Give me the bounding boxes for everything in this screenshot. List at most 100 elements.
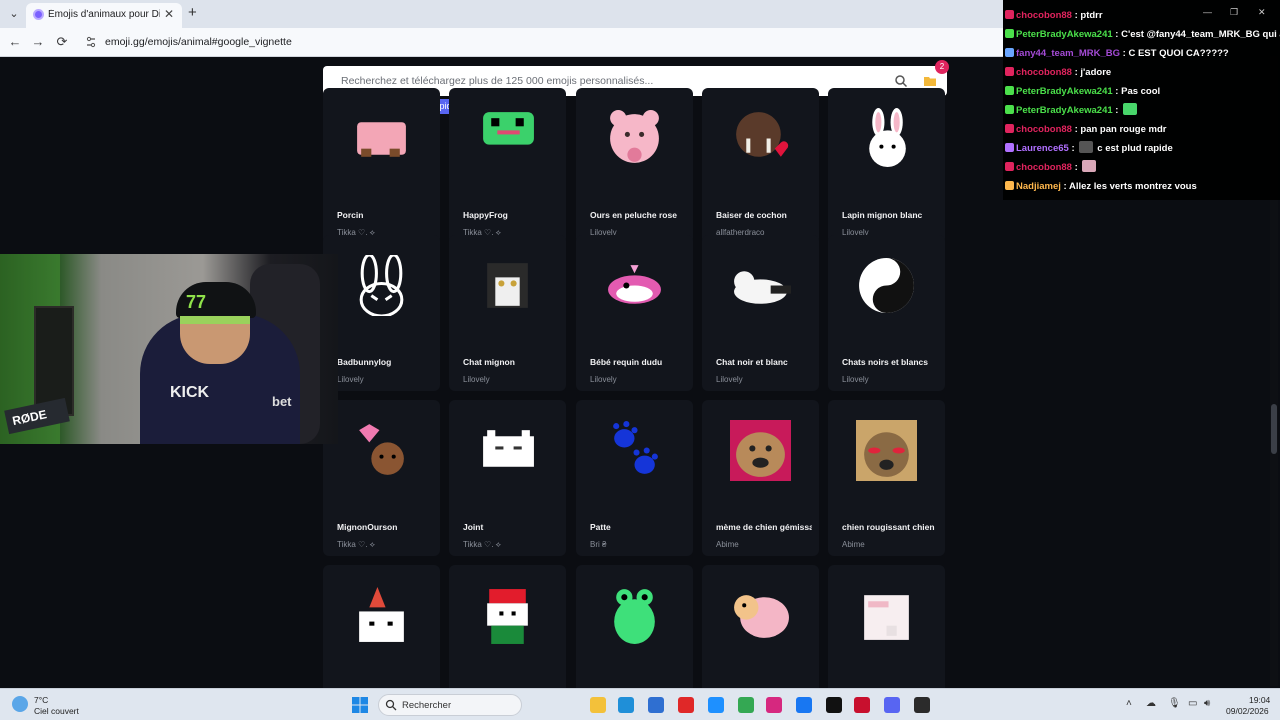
emoji-author[interactable]: Tikka ♡. ⟡	[463, 540, 501, 550]
emoji-author[interactable]: Lilovely	[337, 375, 364, 384]
emoji-card[interactable]: Bébé requin dudu Lilovely	[576, 235, 693, 391]
party-cat-emoji-icon[interactable]	[351, 585, 412, 646]
emoji-author[interactable]: Lilovely	[716, 375, 743, 384]
terminal-icon[interactable]	[914, 697, 930, 713]
pig-pixel-emoji-icon[interactable]	[351, 108, 412, 169]
forward-button[interactable]: →	[29, 33, 47, 51]
emoji-card[interactable]: Patte Bri ₴	[576, 400, 693, 556]
file-explorer-icon[interactable]	[590, 697, 606, 713]
emoji-name[interactable]: Badbunnylog	[337, 357, 433, 367]
emoji-author[interactable]: Tikka ♡. ⟡	[337, 540, 375, 550]
emoji-name[interactable]: Bébé requin dudu	[590, 357, 686, 367]
network-icon[interactable]: ▭	[1188, 698, 1197, 709]
emoji-author[interactable]: Abime	[842, 540, 865, 549]
tray-chevron-icon[interactable]: ˄	[1126, 698, 1132, 709]
new-tab-button[interactable]: +	[188, 4, 197, 21]
chat-username[interactable]: chocobon88	[1016, 162, 1072, 173]
cloud-icon[interactable]: ☁	[1146, 698, 1156, 709]
pink-teddy-emoji-icon[interactable]	[604, 108, 665, 169]
microphone-icon[interactable]: 🎙︎	[1168, 698, 1181, 709]
emoji-author[interactable]: Lilovely	[842, 375, 869, 384]
emoji-name[interactable]: Chat mignon	[463, 357, 559, 367]
emoji-name[interactable]: HappyFrog	[463, 210, 559, 220]
emoji-name[interactable]: mème de chien gémissant	[716, 522, 812, 532]
pink-sheep-emoji-icon[interactable]	[730, 585, 791, 646]
clock-date[interactable]: 09/02/2026	[1226, 706, 1269, 716]
tiktok-icon[interactable]	[826, 697, 842, 713]
emoji-card[interactable]: Chat noir et blanc Lilovely	[702, 235, 819, 391]
tab-search-menu-icon[interactable]: ⌄	[6, 6, 22, 22]
chat-username[interactable]: PeterBradyAkewa241	[1016, 105, 1113, 116]
boar-kiss-emoji-icon[interactable]	[730, 108, 791, 169]
scrollbar-thumb[interactable]	[1271, 404, 1277, 454]
edge-icon[interactable]	[618, 697, 634, 713]
emoji-card[interactable]: Chats noirs et blancs Lilovely	[828, 235, 945, 391]
baby-shark-emoji-icon[interactable]	[604, 255, 665, 316]
reload-button[interactable]: ⟳	[53, 33, 71, 51]
emoji-name[interactable]: Baiser de cochon	[716, 210, 812, 220]
emoji-card[interactable]: Porcin Tikka ♡. ⟡	[323, 88, 440, 244]
chrome-icon[interactable]	[738, 697, 754, 713]
emoji-name[interactable]: Joint	[463, 522, 559, 532]
emoji-name[interactable]: Porcin	[337, 210, 433, 220]
bear-heart-emoji-icon[interactable]	[351, 420, 412, 481]
emoji-card[interactable]: mème de chien gémissant Abime	[702, 400, 819, 556]
yin-yang-cats-emoji-icon[interactable]	[856, 255, 917, 316]
chat-username[interactable]: chocobon88	[1016, 10, 1072, 21]
emoji-card[interactable]: Badbunnylog Lilovely	[323, 235, 440, 391]
cat-photo-emoji-icon[interactable]	[477, 255, 538, 316]
store-icon[interactable]	[648, 697, 664, 713]
emoji-author[interactable]: Lilovely	[590, 375, 617, 384]
bw-cat-emoji-icon[interactable]	[730, 255, 791, 316]
white-bunny-emoji-icon[interactable]	[856, 108, 917, 169]
weather-description[interactable]: Ciel couvert	[34, 706, 79, 716]
xmas-bear-emoji-icon[interactable]	[477, 585, 538, 646]
frog-pixel-emoji-icon[interactable]	[477, 108, 538, 169]
blushing-dog-emoji-icon[interactable]	[856, 420, 917, 481]
chat-username[interactable]: Laurence65	[1016, 143, 1069, 154]
site-info-icon[interactable]	[85, 36, 97, 48]
emoji-card[interactable]: mamégome	[323, 565, 440, 688]
search-input[interactable]: Recherchez et téléchargez plus de 125 00…	[341, 75, 653, 87]
chat-username[interactable]: fany44_team_MRK_BG	[1016, 48, 1120, 59]
browser-tab[interactable]: Émojis d'animaux pour Discord ✕	[26, 3, 182, 28]
emoji-card[interactable]: Ours en peluche rose Lilovely	[576, 88, 693, 244]
close-icon[interactable]: ✕	[1258, 7, 1266, 18]
discord-icon[interactable]	[884, 697, 900, 713]
emoji-card[interactable]: Baiser de cochon allfatherdraco	[702, 88, 819, 244]
emoji-name[interactable]: Chat noir et blanc	[716, 357, 812, 367]
instagram-icon[interactable]	[766, 697, 782, 713]
emoji-author[interactable]: Lilovely	[463, 375, 490, 384]
white-cat-pixel-emoji-icon[interactable]	[477, 420, 538, 481]
emoji-card[interactable]: SheepWave	[828, 565, 945, 688]
app-red-icon[interactable]	[678, 697, 694, 713]
emoji-name[interactable]: Patte	[590, 522, 686, 532]
emoji-card[interactable]: Joint Tikka ♡. ⟡	[449, 400, 566, 556]
emoji-card[interactable]: MignonOurson Tikka ♡. ⟡	[323, 400, 440, 556]
emoji-name[interactable]: Ours en peluche rose	[590, 210, 686, 220]
emoji-card[interactable]: Chat mignon Lilovely	[449, 235, 566, 391]
emoji-card[interactable]: GreenFroggy	[576, 565, 693, 688]
emoji-card[interactable]: Lapin mignon blanc Lilovely	[828, 88, 945, 244]
facebook-icon[interactable]	[796, 697, 812, 713]
maximize-icon[interactable]: ❐	[1230, 7, 1238, 18]
volume-icon[interactable]: 🔊︎	[1204, 698, 1210, 709]
folder-icon[interactable]	[923, 74, 937, 88]
back-button[interactable]: ←	[6, 33, 24, 51]
emoji-card[interactable]: chien rougissant chien Abime	[828, 400, 945, 556]
chat-username[interactable]: PeterBradyAkewa241	[1016, 86, 1113, 97]
emoji-name[interactable]: Chats noirs et blancs	[842, 357, 938, 367]
bad-bunny-emoji-icon[interactable]	[351, 255, 412, 316]
dog-meme-emoji-icon[interactable]	[730, 420, 791, 481]
emoji-author[interactable]: Bri ₴	[590, 540, 606, 549]
search-icon[interactable]	[894, 74, 908, 88]
chat-username[interactable]: chocobon88	[1016, 67, 1072, 78]
chat-username[interactable]: chocobon88	[1016, 124, 1072, 135]
blue-paws-emoji-icon[interactable]	[604, 420, 665, 481]
mcafee-icon[interactable]	[854, 697, 870, 713]
weather-temperature[interactable]: 7°C	[34, 695, 48, 705]
weather-icon[interactable]	[12, 696, 28, 712]
minimize-icon[interactable]: —	[1203, 7, 1212, 17]
app-blue-icon[interactable]	[708, 697, 724, 713]
emoji-card[interactable]: OursBas	[449, 565, 566, 688]
